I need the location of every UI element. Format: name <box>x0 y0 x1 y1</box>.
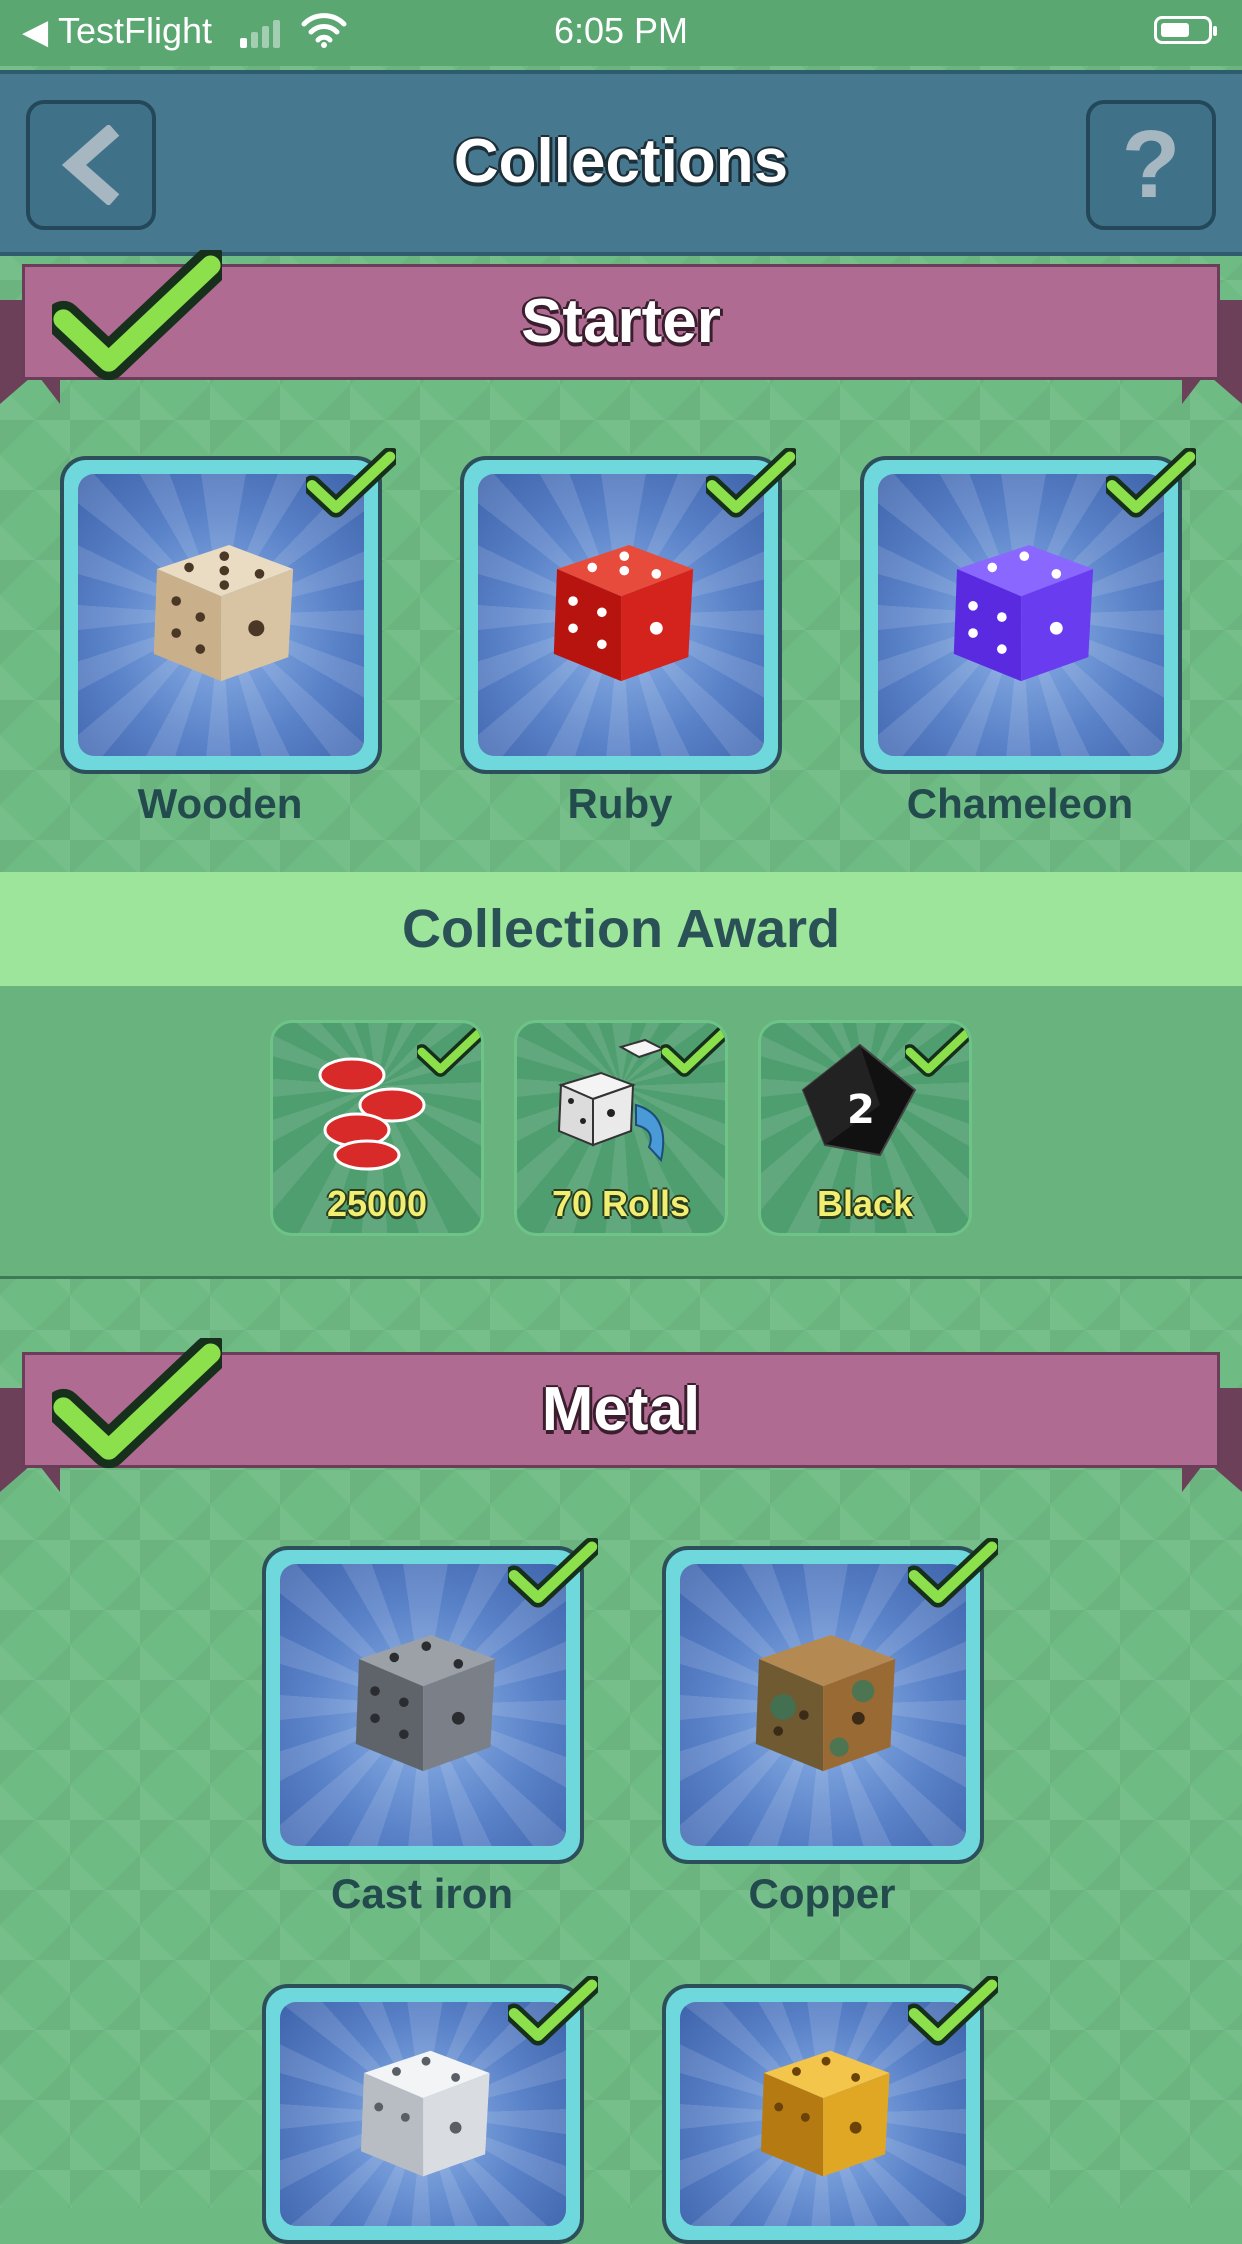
cast-iron-die-icon <box>355 1635 496 1772</box>
dice-label: Ruby <box>567 780 673 827</box>
help-button[interactable]: ? <box>1086 100 1216 230</box>
section-banner-metal: Metal <box>0 1352 1242 1492</box>
clock: 6:05 PM <box>553 10 689 51</box>
section-complete-check-icon <box>52 250 222 380</box>
owned-check-icon <box>1106 448 1196 518</box>
owned-check-icon <box>706 448 796 518</box>
dice-label: Cast iron <box>330 1870 514 1917</box>
award-rolls[interactable]: 70 Rolls <box>514 1020 728 1236</box>
ruby-die-icon <box>553 545 694 682</box>
owned-check-icon <box>908 1976 998 2046</box>
section-complete-check-icon <box>52 1338 222 1468</box>
copper-die-icon <box>755 1635 896 1772</box>
award-black-die[interactable]: 2 Black <box>758 1020 972 1236</box>
nav-header: Collections ? <box>0 70 1242 256</box>
owned-check-icon <box>306 448 396 518</box>
dice-tile-cast-iron[interactable] <box>262 1546 584 1864</box>
award-label: 25000 <box>326 1183 428 1224</box>
award-label: 70 Rolls <box>551 1183 691 1224</box>
claimed-check-icon <box>417 1023 484 1077</box>
owned-check-icon <box>508 1976 598 2046</box>
silver-die-icon <box>360 2050 490 2177</box>
claimed-check-icon <box>661 1023 728 1077</box>
dice-tile-wooden[interactable] <box>60 456 382 774</box>
gold-die-icon <box>760 2050 890 2177</box>
dice-label: Wooden <box>137 780 303 827</box>
claimed-check-icon <box>905 1023 972 1077</box>
dice-tile-copper[interactable] <box>662 1546 984 1864</box>
battery-icon <box>1154 16 1217 44</box>
chameleon-die-icon <box>953 545 1094 682</box>
status-bar: ◀ TestFlight 6:05 PM <box>0 0 1242 66</box>
section-banner-starter: Starter <box>0 264 1242 404</box>
dice-tile-silver[interactable] <box>262 1984 584 2244</box>
page-title: Collections <box>453 127 789 196</box>
question-mark-icon: ? <box>1121 111 1181 218</box>
award-label: Black <box>816 1183 914 1224</box>
award-coins[interactable]: 25000 <box>270 1020 484 1236</box>
dice-label: Copper <box>748 1870 896 1917</box>
dice-tile-gold[interactable] <box>662 1984 984 2244</box>
owned-check-icon <box>908 1538 998 1608</box>
svg-text:2: 2 <box>847 1087 875 1133</box>
dice-tile-chameleon[interactable] <box>860 456 1182 774</box>
dice-label: Chameleon <box>906 780 1134 827</box>
dice-tile-ruby[interactable] <box>460 456 782 774</box>
wooden-die-icon <box>153 545 294 682</box>
collection-award-title: Collection Award <box>401 899 841 959</box>
owned-check-icon <box>508 1538 598 1608</box>
